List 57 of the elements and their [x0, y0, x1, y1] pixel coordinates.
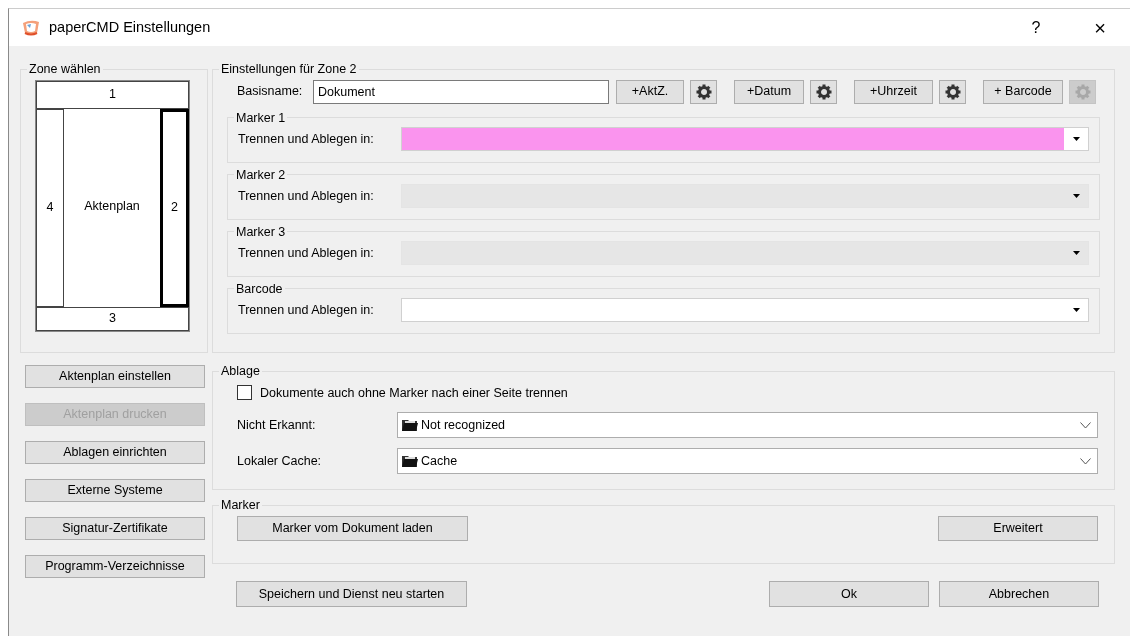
app-logo-icon	[21, 18, 41, 37]
folder-combo[interactable]: Not recognized	[397, 412, 1098, 439]
group-title: Zone wählen	[28, 63, 102, 76]
close-button[interactable]: ×	[1080, 12, 1120, 43]
settings-button[interactable]	[690, 79, 717, 104]
folder-icon	[402, 418, 418, 433]
dropdown-arrow-icon	[1072, 194, 1080, 198]
save-restart-button[interactable]: Speichern und Dienst neu starten	[236, 581, 467, 607]
zone-area[interactable]: 2	[160, 108, 189, 307]
advanced-button[interactable]: Erweitert	[938, 515, 1098, 541]
insert-button[interactable]: + Barcode	[983, 79, 1063, 104]
basename-field[interactable]: Dokument	[313, 79, 609, 104]
chevron-down-icon	[1080, 457, 1091, 465]
ok-button[interactable]: Ok	[769, 581, 929, 607]
field-label: Trennen und Ablegen in:	[238, 244, 375, 262]
side-button[interactable]: Programm-Verzeichnisse	[25, 555, 205, 578]
side-button[interactable]: Ablagen einrichten	[25, 441, 205, 464]
zone-area[interactable]: 1	[36, 80, 189, 109]
window-title: paperCMD Einstellungen	[49, 17, 211, 37]
insert-button[interactable]: +Uhrzeit	[854, 79, 933, 104]
folder-icon	[402, 454, 418, 469]
load-markers-button[interactable]: Marker vom Dokument laden	[237, 515, 468, 541]
combo-value: Not recognized	[421, 416, 506, 434]
side-button[interactable]: Aktenplan einstellen	[25, 365, 205, 388]
field-label: Trennen und Ablegen in:	[238, 301, 375, 319]
field-label: Trennen und Ablegen in:	[238, 130, 375, 148]
dropdown-arrow-icon	[1072, 251, 1080, 255]
group-title: Marker 2	[235, 168, 287, 181]
folder-combo[interactable]: Cache	[397, 448, 1098, 475]
dropdown-arrow-icon	[1072, 137, 1080, 141]
folder-dropdown[interactable]	[401, 127, 1089, 151]
zone-area[interactable]: 3	[36, 306, 189, 331]
settings-button[interactable]	[810, 79, 837, 104]
group-title: Marker	[220, 499, 261, 512]
group-title: Marker 1	[235, 111, 287, 124]
insert-button[interactable]: +Datum	[734, 79, 804, 104]
checkbox[interactable]	[237, 385, 252, 401]
insert-button[interactable]: +AktZ.	[616, 79, 684, 104]
chevron-down-icon	[1080, 421, 1091, 429]
field-label: Basisname:	[237, 83, 304, 101]
field-label: Lokaler Cache:	[237, 452, 323, 470]
settings-button[interactable]	[939, 79, 966, 104]
side-button[interactable]: Externe Systeme	[25, 479, 205, 502]
group-title: Ablage	[220, 365, 261, 378]
help-button[interactable]: ?	[1016, 15, 1056, 40]
group-title: Barcode	[235, 282, 284, 295]
group-title: Marker 3	[235, 225, 287, 238]
cancel-button[interactable]: Abbrechen	[939, 581, 1099, 607]
field-label: Trennen und Ablegen in:	[238, 187, 375, 205]
side-button[interactable]: Signatur-Zertifikate	[25, 517, 205, 540]
group-title: Einstellungen für Zone 2	[220, 63, 358, 76]
checkbox-label: Dokumente auch ohne Marker nach einer Seite trennen	[260, 384, 568, 402]
dropdown-arrow-icon	[1072, 308, 1080, 312]
zone-area[interactable]: 4	[36, 108, 64, 307]
field-label: Nicht Erkannt:	[237, 416, 317, 434]
folder-dropdown[interactable]	[401, 298, 1089, 322]
combo-value: Cache	[421, 452, 458, 470]
